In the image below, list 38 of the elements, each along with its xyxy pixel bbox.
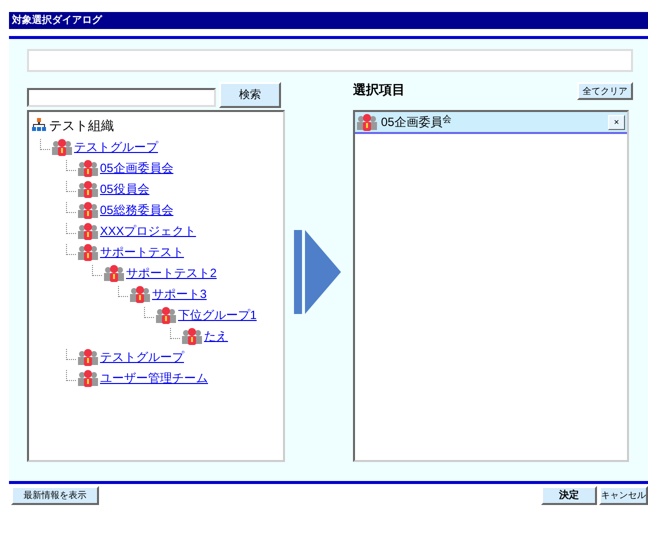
group-icon bbox=[78, 348, 98, 366]
group-icon bbox=[78, 222, 98, 240]
group-icon bbox=[78, 369, 98, 387]
group-icon bbox=[357, 113, 377, 131]
tree-item-link[interactable]: テストグループ bbox=[100, 351, 184, 363]
search-button[interactable]: 検索 bbox=[219, 82, 281, 108]
tree-item-link[interactable]: テストグループ bbox=[74, 141, 158, 153]
tree-item-link[interactable]: 05企画委員会 bbox=[100, 162, 174, 174]
group-icon bbox=[78, 201, 98, 219]
group-icon bbox=[78, 243, 98, 261]
remove-button[interactable]: × bbox=[608, 114, 625, 130]
tree-item-link[interactable]: 05総務委員会 bbox=[100, 204, 174, 216]
clear-all-button[interactable]: 全てクリア bbox=[577, 82, 633, 100]
search-field[interactable] bbox=[27, 88, 216, 107]
window-title: 対象選択ダイアログ bbox=[12, 16, 102, 26]
tree-root-label: テスト組織 bbox=[49, 118, 114, 132]
tree-item-link[interactable]: サポートテスト2 bbox=[126, 267, 217, 279]
tree-item-link[interactable]: 下位グループ1 bbox=[178, 309, 257, 321]
refresh-button[interactable]: 最新情報を表示 bbox=[11, 486, 99, 505]
group-icon bbox=[130, 285, 150, 303]
panel-title: 選択項目 bbox=[353, 81, 405, 99]
group-icon bbox=[182, 327, 202, 345]
group-icon bbox=[78, 159, 98, 177]
group-icon bbox=[78, 180, 98, 198]
tree-item-link[interactable]: たえ bbox=[204, 330, 228, 342]
organization-icon bbox=[32, 118, 46, 132]
tree-item-link[interactable]: サポートテスト bbox=[100, 246, 184, 258]
tree-item-link[interactable]: 05役員会 bbox=[100, 183, 150, 195]
arrow-icon bbox=[294, 230, 341, 314]
tree-item-link[interactable]: XXXプロジェクト bbox=[100, 225, 196, 237]
ok-button[interactable]: 決定 bbox=[541, 486, 597, 505]
selected-item-label: 05企画委員$^{会}$ bbox=[381, 116, 452, 128]
cancel-button[interactable]: キャンセル bbox=[599, 486, 648, 505]
group-icon bbox=[156, 306, 176, 324]
group-icon bbox=[104, 264, 124, 282]
group-icon bbox=[52, 138, 72, 156]
tree-item-link[interactable]: サポート3 bbox=[152, 288, 207, 300]
tree-item-link[interactable]: ユーザー管理チーム bbox=[100, 372, 208, 384]
